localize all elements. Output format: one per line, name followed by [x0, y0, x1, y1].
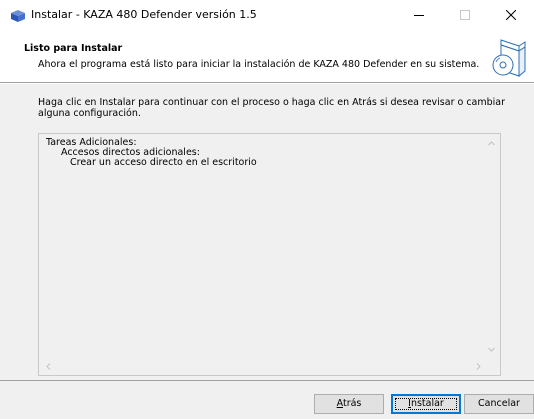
maximize-icon — [460, 10, 470, 20]
maximize-button[interactable] — [442, 0, 488, 30]
minimize-button[interactable] — [396, 0, 442, 30]
instructions-text: Haga clic en Instalar para continuar con… — [38, 97, 506, 119]
ready-memo[interactable]: Tareas Adicionales: Accesos directos adi… — [38, 133, 501, 376]
horizontal-scrollbar[interactable] — [39, 359, 484, 375]
scroll-up-icon[interactable] — [488, 140, 495, 147]
title-bar[interactable]: Instalar - KAZA 480 Defender versión 1.5 — [0, 0, 534, 30]
installer-window: Instalar - KAZA 480 Defender versión 1.5… — [0, 0, 534, 419]
page-subtitle: Ahora el programa está listo para inicia… — [38, 59, 480, 70]
focus-rectangle — [395, 398, 457, 410]
close-button[interactable] — [488, 0, 534, 30]
page-title: Listo para Instalar — [24, 43, 123, 54]
software-box-cd-icon — [492, 39, 526, 78]
memo-line-desktop-shortcut: Crear un acceso directo en el escritorio — [70, 157, 257, 168]
scroll-left-icon[interactable] — [45, 363, 52, 370]
scroll-right-icon[interactable] — [475, 363, 482, 370]
vertical-scrollbar[interactable] — [484, 134, 500, 360]
back-button[interactable]: Atrás — [314, 394, 384, 414]
cancel-button[interactable]: Cancelar — [464, 394, 534, 414]
install-button[interactable]: Instalar — [391, 394, 461, 414]
window-title: Instalar - KAZA 480 Defender versión 1.5 — [31, 8, 257, 21]
close-icon — [506, 10, 516, 20]
back-label: trás — [342, 398, 362, 409]
scroll-down-icon[interactable] — [488, 346, 495, 353]
installer-app-icon — [11, 10, 25, 22]
minimize-icon — [414, 15, 424, 16]
wizard-header: Listo para Instalar Ahora el programa es… — [0, 30, 534, 82]
wizard-footer: Atrás Instalar Cancelar — [0, 381, 534, 419]
